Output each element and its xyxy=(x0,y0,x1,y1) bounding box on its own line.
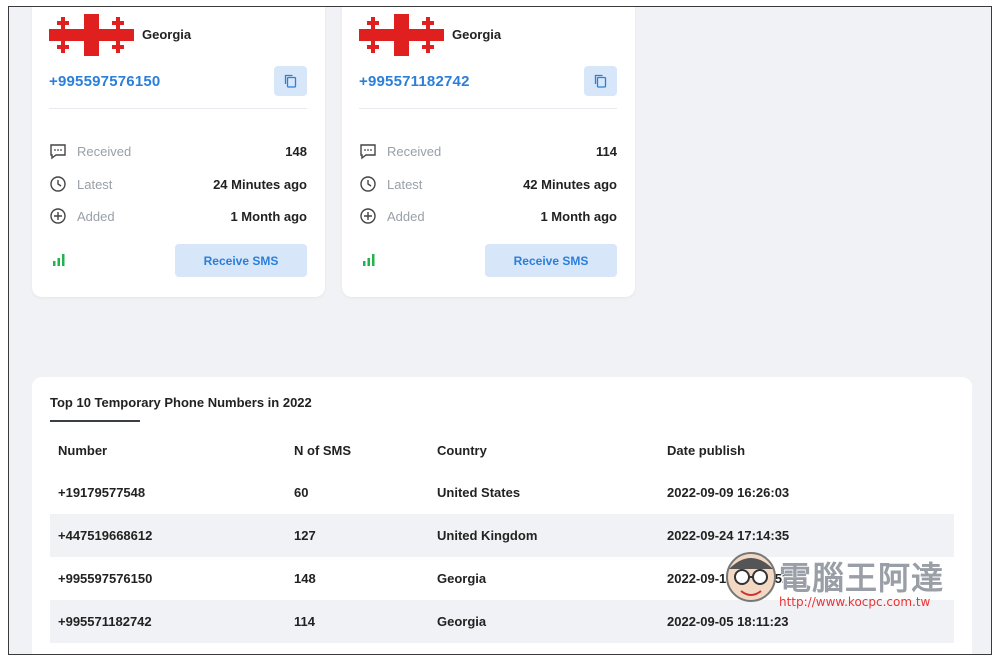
cell-country: United Kingdom xyxy=(437,528,538,543)
copy-icon xyxy=(594,74,607,88)
received-value: 114 xyxy=(596,143,617,159)
copy-icon xyxy=(284,74,297,88)
header-sms-count: N of SMS xyxy=(294,442,352,458)
georgia-flag-icon xyxy=(49,14,134,56)
top-numbers-panel: Top 10 Temporary Phone Numbers in 2022 N… xyxy=(32,377,972,654)
divider xyxy=(359,108,617,109)
message-icon xyxy=(49,142,67,160)
table-header-row: Number N of SMS Country Date publish xyxy=(50,429,954,471)
plus-circle-icon xyxy=(49,207,67,225)
copy-button[interactable] xyxy=(274,66,307,96)
cell-number: +19179577548 xyxy=(58,485,146,500)
added-label: Added xyxy=(387,208,425,224)
latest-label: Latest xyxy=(77,176,113,192)
cell-number: +995571182742 xyxy=(58,614,152,629)
cell-date: 2022-09-05 18:11:23 xyxy=(667,614,789,629)
latest-label: Latest xyxy=(387,176,423,192)
country-name: Georgia xyxy=(142,27,192,42)
georgia-flag-icon xyxy=(359,14,444,56)
table-row[interactable]: +995571182742 114 Georgia 2022-09-05 18:… xyxy=(50,600,954,643)
cell-sms-count: 60 xyxy=(294,485,309,500)
cell-date: 2022-09-09 16:26:03 xyxy=(667,485,790,500)
country-name: Georgia xyxy=(452,27,502,42)
table-title: Top 10 Temporary Phone Numbers in 2022 xyxy=(50,395,312,410)
top-numbers-table: Number N of SMS Country Date publish +19… xyxy=(50,429,954,643)
table-row[interactable]: +447519668612 127 United Kingdom 2022-09… xyxy=(50,514,954,557)
number-card-1: Georgia +995597576150 Received 148 Lates… xyxy=(32,7,325,297)
cell-country: Georgia xyxy=(437,614,487,629)
added-row: Added 1 Month ago xyxy=(359,206,617,226)
plus-circle-icon xyxy=(359,207,377,225)
received-row: Received 114 xyxy=(359,141,617,161)
table-row[interactable]: +19179577548 60 United States 2022-09-09… xyxy=(50,471,954,514)
signal-icon xyxy=(363,254,375,266)
header-date: Date publish xyxy=(667,442,746,458)
message-icon xyxy=(359,142,377,160)
clock-icon xyxy=(359,175,377,193)
table-row[interactable]: +995597576150 148 Georgia 2022-09-12 05:… xyxy=(50,557,954,600)
latest-value: 24 Minutes ago xyxy=(213,176,307,192)
header-country: Country xyxy=(437,442,487,458)
signal-icon xyxy=(53,254,65,266)
added-row: Added 1 Month ago xyxy=(49,206,307,226)
header-number: Number xyxy=(58,442,108,458)
cell-country: Georgia xyxy=(437,571,487,586)
copy-button[interactable] xyxy=(584,66,617,96)
cell-number: +995597576150 xyxy=(58,571,153,586)
divider xyxy=(49,108,307,109)
receive-sms-button[interactable]: Receive SMS xyxy=(175,244,307,277)
number-card-2: Georgia +995571182742 Received 114 Lates… xyxy=(342,7,635,297)
latest-row: Latest 42 Minutes ago xyxy=(359,174,617,194)
received-value: 148 xyxy=(285,143,307,159)
received-label: Received xyxy=(387,143,442,159)
latest-value: 42 Minutes ago xyxy=(523,176,617,192)
phone-number-link[interactable]: +995571182742 xyxy=(359,73,470,90)
title-underline xyxy=(50,420,140,422)
latest-row: Latest 24 Minutes ago xyxy=(49,174,307,194)
cell-country: United States xyxy=(437,485,521,500)
receive-sms-button[interactable]: Receive SMS xyxy=(485,244,617,277)
page-frame: Georgia +995597576150 Received 148 Lates… xyxy=(8,6,992,655)
added-value: 1 Month ago xyxy=(540,208,617,224)
added-value: 1 Month ago xyxy=(230,208,307,224)
cell-date: 2022-09-24 17:14:35 xyxy=(667,528,790,543)
received-row: Received 148 xyxy=(49,141,307,161)
clock-icon xyxy=(49,175,67,193)
cell-date: 2022-09-12 05:55:52 xyxy=(667,571,790,586)
phone-number-link[interactable]: +995597576150 xyxy=(49,73,160,90)
received-label: Received xyxy=(77,143,132,159)
cell-sms-count: 148 xyxy=(294,571,316,586)
cell-number: +447519668612 xyxy=(58,528,153,543)
cell-sms-count: 114 xyxy=(294,614,315,629)
added-label: Added xyxy=(77,208,115,224)
cell-sms-count: 127 xyxy=(294,528,316,543)
